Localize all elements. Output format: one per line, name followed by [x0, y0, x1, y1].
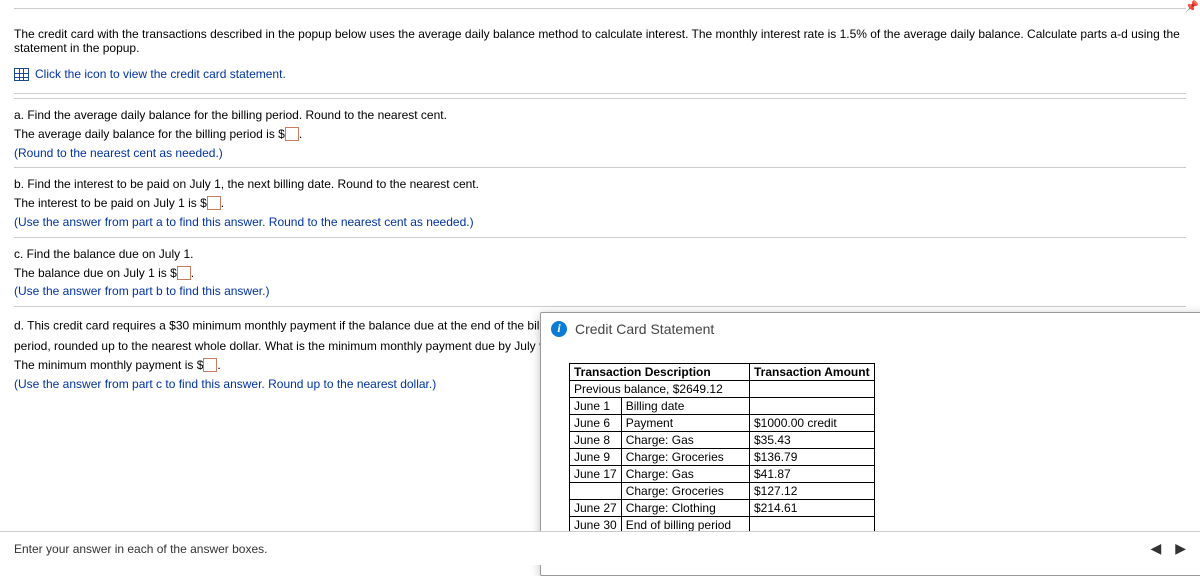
row-date: June 6 [570, 415, 622, 432]
part-d-answer-pre: The minimum monthly payment is $ [14, 358, 203, 372]
row-desc: Previous balance, $2649.12 [570, 381, 750, 398]
info-icon [551, 321, 567, 337]
popup-header[interactable]: Credit Card Statement [541, 313, 1200, 345]
row-date: June 27 [570, 500, 622, 517]
part-b-posttext: . [221, 196, 224, 210]
part-b-input[interactable] [207, 196, 221, 210]
footer-bar: Enter your answer in each of the answer … [0, 531, 1200, 565]
row-amt: $1000.00 credit [750, 415, 875, 432]
part-b-pretext: The interest to be paid on July 1 is $ [14, 196, 207, 210]
part-c-pretext: The balance due on July 1 is $ [14, 266, 177, 280]
row-date [570, 483, 622, 500]
row-desc: Charge: Groceries [621, 449, 749, 466]
part-c-prompt: c. Find the balance due on July 1. [14, 246, 1186, 263]
part-b: b. Find the interest to be paid on July … [14, 167, 1186, 236]
part-d-answer-post: . [217, 358, 220, 372]
row-desc: Charge: Groceries [621, 483, 749, 500]
row-date: June 17 [570, 466, 622, 483]
part-c-input[interactable] [177, 266, 191, 280]
row-amt: $127.12 [750, 483, 875, 500]
part-a-posttext: . [299, 127, 302, 141]
row-desc: Payment [621, 415, 749, 432]
part-a-pretext: The average daily balance for the billin… [14, 127, 285, 141]
table-row: June 17Charge: Gas$41.87 [570, 466, 875, 483]
pin-icon[interactable]: 📌 [1184, 0, 1200, 14]
table-row: June 6Payment$1000.00 credit [570, 415, 875, 432]
part-a: a. Find the average daily balance for th… [14, 98, 1186, 167]
row-amt [750, 381, 875, 398]
part-c-posttext: . [191, 266, 194, 280]
footer-text: Enter your answer in each of the answer … [14, 542, 267, 556]
part-a-prompt: a. Find the average daily balance for th… [14, 107, 1186, 124]
row-date: June 8 [570, 432, 622, 449]
part-c: c. Find the balance due on July 1. The b… [14, 237, 1186, 306]
row-amt [750, 398, 875, 415]
part-d-input[interactable] [203, 358, 217, 372]
row-date: June 1 [570, 398, 622, 415]
table-row: Charge: Groceries$127.12 [570, 483, 875, 500]
row-desc: Charge: Clothing [621, 500, 749, 517]
part-a-input[interactable] [285, 127, 299, 141]
statement-table: Transaction Description Transaction Amou… [569, 363, 875, 551]
row-amt: $136.79 [750, 449, 875, 466]
row-amt: $214.61 [750, 500, 875, 517]
popup-title: Credit Card Statement [575, 321, 714, 337]
nav-arrows: ◀ ▶ [1150, 540, 1186, 557]
row-amt: $35.43 [750, 432, 875, 449]
row-amt: $41.87 [750, 466, 875, 483]
view-statement-link[interactable]: Click the icon to view the credit card s… [35, 67, 286, 81]
row-desc: Billing date [621, 398, 749, 415]
row-desc: Charge: Gas [621, 466, 749, 483]
table-row: June 8Charge: Gas$35.43 [570, 432, 875, 449]
table-row: June 9Charge: Groceries$136.79 [570, 449, 875, 466]
part-a-note: (Round to the nearest cent as needed.) [14, 145, 1186, 162]
col-amount: Transaction Amount [750, 364, 875, 381]
part-b-note: (Use the answer from part a to find this… [14, 214, 1186, 231]
part-b-prompt: b. Find the interest to be paid on July … [14, 176, 1186, 193]
intro-block: The credit card with the transactions de… [14, 8, 1186, 94]
col-description: Transaction Description [570, 364, 750, 381]
part-c-note: (Use the answer from part b to find this… [14, 283, 1186, 300]
table-row: June 1Billing date [570, 398, 875, 415]
prev-arrow-icon[interactable]: ◀ [1150, 540, 1161, 557]
table-row: June 27Charge: Clothing$214.61 [570, 500, 875, 517]
table-header-row: Transaction Description Transaction Amou… [570, 364, 875, 381]
table-row: Previous balance, $2649.12 [570, 381, 875, 398]
next-arrow-icon[interactable]: ▶ [1175, 540, 1186, 557]
row-desc: Charge: Gas [621, 432, 749, 449]
row-date: June 9 [570, 449, 622, 466]
intro-text: The credit card with the transactions de… [14, 27, 1186, 55]
statement-grid-icon[interactable] [14, 68, 29, 81]
